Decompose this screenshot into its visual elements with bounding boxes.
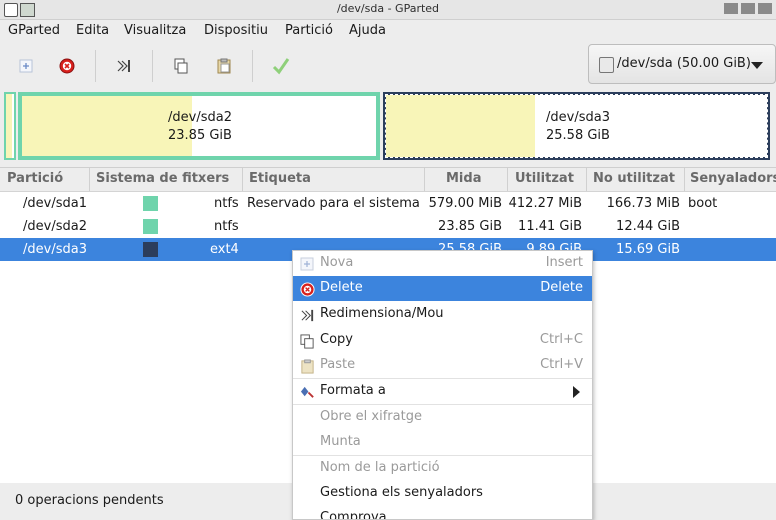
column-header-partition[interactable]: Partició [7, 171, 63, 186]
delete-icon [299, 281, 315, 297]
used-space-bar [386, 95, 535, 157]
menu-item-format-as[interactable]: Formata a [293, 379, 592, 404]
paste-icon [217, 58, 231, 74]
window-title: /dev/sda - GParted [336, 2, 440, 15]
menu-item-mount[interactable]: Munta [293, 430, 592, 455]
menu-item-new[interactable]: Nova Insert [293, 251, 592, 276]
cell-label: Reservado para el sistema [247, 196, 420, 211]
device-selector-label: /dev/sda (50.00 GiB) [617, 56, 751, 71]
dropdown-arrow-icon [751, 62, 763, 69]
cell-partition: /dev/sda1 [23, 196, 87, 211]
toolbar-separator [95, 50, 96, 82]
diskmap-sda3[interactable]: /dev/sda3 25.58 GiB [383, 92, 770, 160]
new-partition-icon [299, 256, 315, 272]
minimize-button[interactable] [724, 3, 738, 14]
delete-button[interactable] [53, 52, 81, 80]
menu-item-partition-name[interactable]: Nom de la partició [293, 456, 592, 481]
table-header: Partició Sistema de fitxers Etiqueta Mid… [0, 168, 776, 192]
submenu-arrow-icon [573, 386, 580, 398]
filesystem-color-swatch [143, 196, 158, 211]
cell-size: 23.85 GiB [438, 219, 502, 234]
close-window-button[interactable] [758, 3, 772, 14]
menu-view[interactable]: Visualitza [124, 23, 186, 38]
column-header-filesystem[interactable]: Sistema de fitxers [96, 171, 229, 186]
column-header-label[interactable]: Etiqueta [249, 171, 311, 186]
column-header-used[interactable]: Utilitzat [515, 171, 574, 186]
menu-item-resize-move[interactable]: Redimensiona/Mou [293, 302, 592, 327]
paste-button[interactable] [210, 52, 238, 80]
menu-item-copy[interactable]: Copy Ctrl+C [293, 328, 592, 353]
copy-icon [299, 333, 315, 349]
cell-unused: 15.69 GiB [616, 242, 680, 257]
diskmap-sda1[interactable] [4, 92, 16, 160]
cell-flags: boot [688, 196, 718, 211]
context-menu: Nova Insert Delete Delete Redimensiona/M… [292, 250, 593, 520]
cell-size: 579.00 MiB [428, 196, 502, 211]
paste-icon [299, 358, 315, 374]
table-row[interactable]: /dev/sda2 ntfs 23.85 GiB 11.41 GiB 12.44… [0, 215, 776, 238]
maximize-button[interactable] [741, 3, 755, 14]
menu-help[interactable]: Ajuda [349, 23, 386, 38]
title-bar: /dev/sda - GParted [0, 0, 776, 20]
menu-item-manage-flags[interactable]: Gestiona els senyaladors [293, 481, 592, 506]
filesystem-color-swatch [143, 242, 158, 257]
partition-size: 23.85 GiB [168, 128, 232, 143]
menu-device[interactable]: Dispositiu [204, 23, 268, 38]
filesystem-color-swatch [143, 219, 158, 234]
disk-map: /dev/sda2 23.85 GiB /dev/sda3 25.58 GiB [0, 90, 776, 165]
resize-move-icon [299, 307, 315, 323]
menu-partition[interactable]: Partició [285, 23, 333, 38]
menu-gparted[interactable]: GParted [8, 23, 60, 38]
apply-button[interactable] [267, 52, 295, 80]
pending-operations-status: 0 operacions pendents [15, 493, 164, 508]
cell-used: 11.41 GiB [518, 219, 582, 234]
menu-bar: GParted Edita Visualitza Dispositiu Part… [0, 20, 776, 42]
cell-filesystem: ntfs [214, 219, 239, 234]
device-selector[interactable]: /dev/sda (50.00 GiB) [588, 44, 776, 84]
menu-item-paste[interactable]: Paste Ctrl+V [293, 353, 592, 378]
resize-move-button[interactable] [110, 52, 138, 80]
table-row[interactable]: /dev/sda1 ntfs Reservado para el sistema… [0, 192, 776, 215]
diskmap-sda2[interactable]: /dev/sda2 23.85 GiB [18, 92, 380, 160]
apply-icon [272, 58, 290, 75]
toolbar: /dev/sda (50.00 GiB) [0, 42, 776, 91]
new-partition-icon [19, 59, 33, 73]
cell-partition: /dev/sda3 [23, 242, 87, 257]
used-space-bar [22, 96, 192, 156]
used-space-bar [6, 94, 12, 158]
toolbar-separator [152, 50, 153, 82]
menu-edit[interactable]: Edita [76, 23, 109, 38]
partition-name: /dev/sda3 [546, 110, 610, 125]
new-partition-button[interactable] [12, 52, 40, 80]
copy-button[interactable] [167, 52, 195, 80]
menu-item-delete[interactable]: Delete Delete [293, 276, 592, 301]
cell-filesystem: ext4 [210, 242, 239, 257]
cell-unused: 166.73 MiB [606, 196, 680, 211]
hard-disk-icon [599, 57, 614, 73]
column-header-size[interactable]: Mida [446, 171, 481, 186]
cell-partition: /dev/sda2 [23, 219, 87, 234]
cell-filesystem: ntfs [214, 196, 239, 211]
format-icon [299, 384, 315, 400]
cell-used: 412.27 MiB [508, 196, 582, 211]
partition-size: 25.58 GiB [546, 128, 610, 143]
column-header-unused[interactable]: No utilitzat [593, 171, 675, 186]
toolbar-separator [252, 50, 253, 82]
menu-item-open-encryption[interactable]: Obre el xifratge [293, 405, 592, 430]
resize-move-icon [117, 60, 130, 72]
partition-name: /dev/sda2 [168, 110, 232, 125]
cell-unused: 12.44 GiB [616, 219, 680, 234]
copy-icon [174, 58, 188, 74]
delete-icon [59, 58, 75, 74]
column-header-flags[interactable]: Senyaladors [690, 171, 776, 186]
